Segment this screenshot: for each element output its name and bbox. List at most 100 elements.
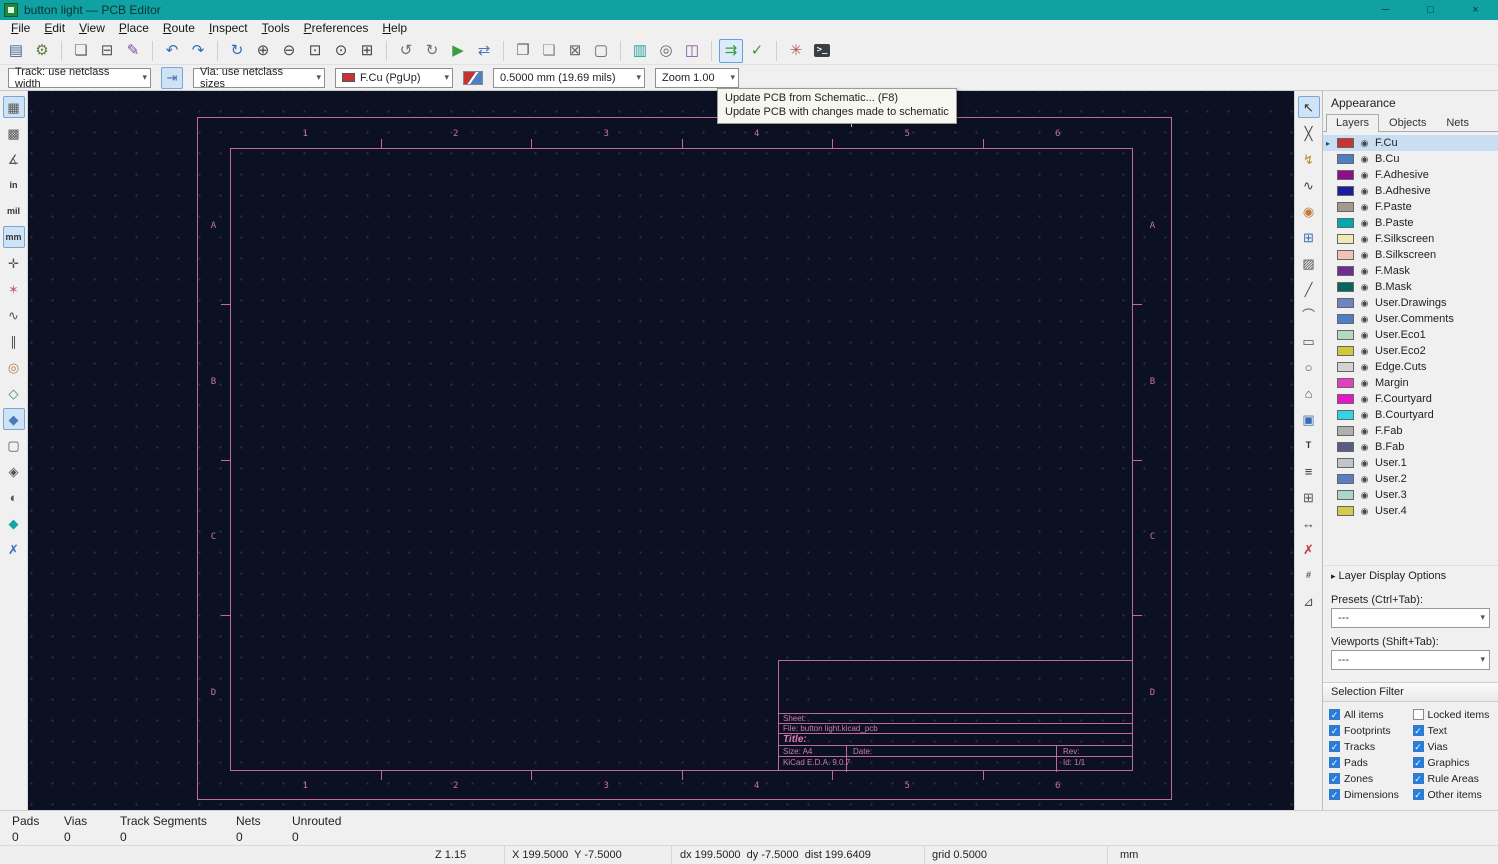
visibility-eye-icon[interactable]: ◉ xyxy=(1358,266,1371,277)
filter-pads[interactable]: ✓ Pads xyxy=(1329,756,1413,769)
layer-color-swatch[interactable] xyxy=(1337,234,1354,244)
visibility-eye-icon[interactable]: ◉ xyxy=(1358,458,1371,469)
visibility-eye-icon[interactable]: ◉ xyxy=(1358,138,1371,149)
layer-color-swatch[interactable] xyxy=(1337,154,1354,164)
footprint-search-button[interactable]: ◎ xyxy=(654,39,678,63)
presets-dropdown[interactable]: --- ▾ xyxy=(1331,608,1490,628)
checkbox-icon[interactable]: ✓ xyxy=(1412,757,1424,768)
visibility-eye-icon[interactable]: ◉ xyxy=(1358,346,1371,357)
visibility-eye-icon[interactable]: ◉ xyxy=(1358,506,1371,517)
checkbox-icon[interactable]: ✓ xyxy=(1329,741,1340,752)
visibility-eye-icon[interactable]: ◉ xyxy=(1358,298,1371,309)
route-tracks-button[interactable]: ╳ xyxy=(1298,122,1320,144)
layer-row-user-eco2[interactable]: ◉ User.Eco2 xyxy=(1323,343,1498,359)
layer-row-f-fab[interactable]: ◉ F.Fab xyxy=(1323,423,1498,439)
layer-row-f-adhesive[interactable]: ◉ F.Adhesive xyxy=(1323,167,1498,183)
tab-nets[interactable]: Nets xyxy=(1436,114,1479,132)
layer-color-swatch[interactable] xyxy=(1337,458,1354,468)
layer-color-swatch[interactable] xyxy=(1337,218,1354,228)
footprint-wizard-button[interactable]: ✳ xyxy=(784,39,808,63)
layer-row-f-paste[interactable]: ◉ F.Paste xyxy=(1323,199,1498,215)
layer-color-swatch[interactable] xyxy=(1337,266,1354,276)
draw-arc-button[interactable]: ⌒ xyxy=(1298,304,1320,326)
checkbox-icon[interactable]: ✓ xyxy=(1412,741,1424,752)
layer-row-b-fab[interactable]: ◉ B.Fab xyxy=(1323,439,1498,455)
layer-row-user-eco1[interactable]: ◉ User.Eco1 xyxy=(1323,327,1498,343)
print-button[interactable]: ⊟ xyxy=(95,39,119,63)
via-outline-mode-button[interactable]: ◎ xyxy=(3,356,25,378)
visibility-eye-icon[interactable]: ◉ xyxy=(1358,186,1371,197)
save-button[interactable]: ▤ xyxy=(4,39,28,63)
layer-row-user-drawings[interactable]: ◉ User.Drawings xyxy=(1323,295,1498,311)
rotate-cw-button[interactable]: ↻ xyxy=(420,39,444,63)
layer-row-b-cu[interactable]: ◉ B.Cu xyxy=(1323,151,1498,167)
filter-all-items[interactable]: ✓ All items xyxy=(1329,708,1413,721)
menu-place[interactable]: Place xyxy=(112,20,156,37)
ungroup-button[interactable]: ❏ xyxy=(537,39,561,63)
units-mils-button[interactable]: mil xyxy=(3,200,25,222)
checkbox-icon[interactable]: ✓ xyxy=(1329,789,1340,800)
zone-fill-mode-button[interactable]: ◆ xyxy=(2,408,25,430)
visibility-eye-icon[interactable]: ◉ xyxy=(1358,154,1371,165)
add-table-button[interactable]: ⊞ xyxy=(1298,486,1320,508)
crosshair-shape-button[interactable]: ✛ xyxy=(3,252,25,274)
measure-tool-button[interactable]: ⊿ xyxy=(1298,590,1320,612)
layer-color-swatch[interactable] xyxy=(1337,474,1354,484)
units-mm-button[interactable]: mm xyxy=(2,226,25,248)
zone-outline-mode-button[interactable]: ▢ xyxy=(3,434,25,456)
update-pcb-from-schematic-button[interactable]: ⇉ xyxy=(719,38,743,63)
grid-overrides-button[interactable]: ▩ xyxy=(3,122,25,144)
visibility-eye-icon[interactable]: ◉ xyxy=(1358,394,1371,405)
layer-color-swatch[interactable] xyxy=(1337,170,1354,180)
layer-color-swatch[interactable] xyxy=(1337,506,1354,516)
layer-color-swatch[interactable] xyxy=(1337,314,1354,324)
checkbox-icon[interactable]: ✓ xyxy=(1329,709,1340,720)
layer-row-edge-cuts[interactable]: ◉ Edge.Cuts xyxy=(1323,359,1498,375)
open-schematic-button[interactable]: ▥ xyxy=(628,39,652,63)
track-width-dropdown[interactable]: Track: use netclass width ▾ xyxy=(8,66,151,90)
polar-coordinates-button[interactable]: ∡ xyxy=(3,148,25,170)
via-size-dropdown[interactable]: Via: use netclass sizes ▾ xyxy=(193,66,325,90)
undo-button[interactable]: ↶ xyxy=(160,39,184,63)
filter-footprints[interactable]: ✓ Footprints xyxy=(1329,724,1413,737)
menu-inspect[interactable]: Inspect xyxy=(202,20,255,37)
add-zone-button[interactable]: ▨ xyxy=(1298,252,1320,274)
checkbox-icon[interactable] xyxy=(1412,709,1424,720)
visibility-eye-icon[interactable]: ◉ xyxy=(1358,282,1371,293)
add-footprint-button[interactable]: ⊞ xyxy=(1298,226,1320,248)
filter-text[interactable]: ✓ Text xyxy=(1412,724,1497,737)
filter-vias[interactable]: ✓ Vias xyxy=(1412,740,1497,753)
canvas[interactable]: 1 1 2 2 3 3 4 4 5 5 6 6 A A B B C C D D Sheet: File: button… xyxy=(28,91,1294,810)
minimize-button[interactable]: ─ xyxy=(1363,0,1408,20)
visibility-eye-icon[interactable]: ◉ xyxy=(1358,330,1371,341)
layer-pair-icon[interactable] xyxy=(463,70,483,85)
layer-color-swatch[interactable] xyxy=(1337,442,1354,452)
checkbox-icon[interactable]: ✓ xyxy=(1412,789,1424,800)
redo-button[interactable]: ↷ xyxy=(186,39,210,63)
layer-display-options[interactable]: ▸ Layer Display Options xyxy=(1323,565,1498,586)
mirror-button[interactable]: ⇄ xyxy=(472,39,496,63)
zoom-out-button[interactable]: ⊖ xyxy=(277,39,301,63)
tab-layers[interactable]: Layers xyxy=(1326,114,1380,132)
visibility-eye-icon[interactable]: ◉ xyxy=(1358,170,1371,181)
page-settings-button[interactable]: ❏ xyxy=(69,39,93,63)
visibility-eye-icon[interactable]: ◉ xyxy=(1358,490,1371,501)
layer-color-swatch[interactable] xyxy=(1337,346,1354,356)
layer-row-f-courtyard[interactable]: ◉ F.Courtyard xyxy=(1323,391,1498,407)
high-contrast-mode-button[interactable]: ◆ xyxy=(3,512,25,534)
zone-fracture-mode-button[interactable]: ◈ xyxy=(3,460,25,482)
checkbox-icon[interactable]: ✓ xyxy=(1329,725,1340,736)
layer-row-margin[interactable]: ◉ Margin xyxy=(1323,375,1498,391)
visibility-eye-icon[interactable]: ◉ xyxy=(1358,426,1371,437)
layer-color-swatch[interactable] xyxy=(1337,186,1354,196)
add-dimension-button[interactable]: ↔ xyxy=(1298,512,1320,534)
highlight-net-button[interactable]: ↯ xyxy=(1298,148,1320,170)
layer-color-swatch[interactable] xyxy=(1337,426,1354,436)
refresh-button[interactable]: ↻ xyxy=(225,39,249,63)
scripting-console-button[interactable]: >_ xyxy=(810,39,834,63)
layer-row-user-2[interactable]: ◉ User.2 xyxy=(1323,471,1498,487)
draw-polygon-button[interactable]: ⌂ xyxy=(1298,382,1320,404)
visibility-eye-icon[interactable]: ◉ xyxy=(1358,250,1371,261)
curved-ratsnest-button[interactable]: ∿ xyxy=(3,304,25,326)
layer-row-f-mask[interactable]: ◉ F.Mask xyxy=(1323,263,1498,279)
